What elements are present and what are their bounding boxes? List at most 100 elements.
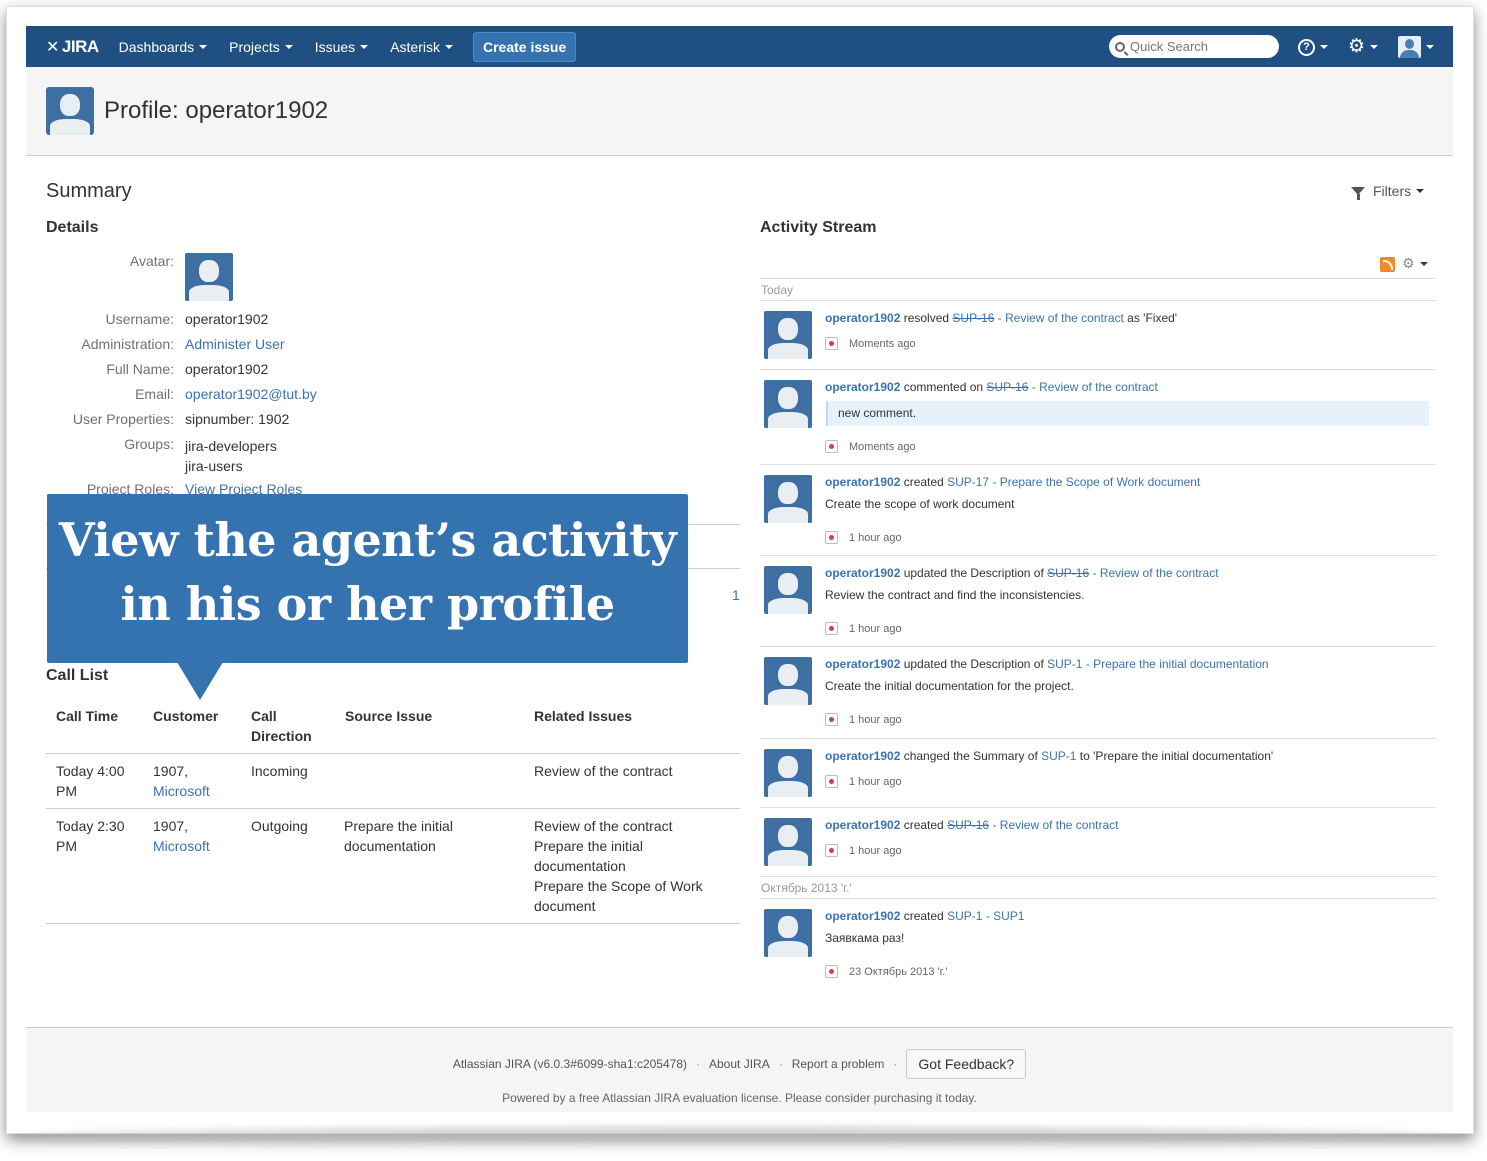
help-icon[interactable]: ? xyxy=(1298,38,1315,56)
activity-entry: operator1902 updated the Description of … xyxy=(760,646,1435,738)
report-problem-link[interactable]: Report a problem xyxy=(792,1057,885,1071)
activity-user-link[interactable]: operator1902 xyxy=(825,657,900,671)
issue-link[interactable]: SUP-1 xyxy=(1041,749,1076,763)
activity-entry: operator1902 created SUP-17 - Prepare th… xyxy=(760,464,1435,555)
related-issue-link[interactable]: Prepare the Scope of Work xyxy=(534,878,703,894)
issue-type-icon xyxy=(825,622,838,635)
user-avatar-icon[interactable] xyxy=(1398,36,1422,58)
activity-user-link[interactable]: operator1902 xyxy=(825,475,900,489)
call-time: PM xyxy=(56,783,77,799)
issue-link[interactable]: SUP-1 - Prepare the initial documentatio… xyxy=(1047,657,1268,671)
issue-summary-link[interactable]: - Review of the contract xyxy=(994,311,1124,325)
activity-title: operator1902 created SUP-16 - Review of … xyxy=(825,818,1119,832)
activity-timestamp: Moments ago xyxy=(825,440,916,453)
detail-fullname-row: Full Name: operator1902 xyxy=(46,361,268,377)
groups-value: jira-developers jira-users xyxy=(185,436,277,476)
activity-avatar xyxy=(764,566,812,614)
chevron-down-icon xyxy=(1320,45,1328,49)
nav-asterisk[interactable]: Asterisk xyxy=(390,39,453,55)
activity-stream-title: Activity Stream xyxy=(760,219,877,236)
activity-user-link[interactable]: operator1902 xyxy=(825,818,900,832)
email-link[interactable]: operator1902@tut.by xyxy=(185,386,317,402)
issue-type-icon xyxy=(825,531,838,544)
nav-issues[interactable]: Issues xyxy=(315,39,369,55)
timestamp-text: Moments ago xyxy=(849,337,916,350)
stream-settings-button[interactable]: ⚙ xyxy=(1402,255,1428,272)
profile-avatar xyxy=(46,87,94,135)
count-link[interactable]: 1 xyxy=(732,587,740,603)
issue-summary-link[interactable]: - Review of the contract xyxy=(989,818,1118,832)
activity-timestamp: 1 hour ago xyxy=(825,713,902,726)
user-properties-value: sipnumber: 1902 xyxy=(185,411,290,427)
activity-timestamp: 1 hour ago xyxy=(825,844,902,857)
customer-cell: 1907, Microsoft xyxy=(153,816,210,856)
activity-avatar xyxy=(764,749,812,797)
jira-logo[interactable]: ✕ JIRA xyxy=(46,37,99,57)
detail-avatar-row: Avatar: xyxy=(46,253,233,301)
issue-summary-link[interactable]: - Review of the contract xyxy=(1028,380,1158,394)
source-issue-line: Prepare the initial xyxy=(344,818,453,834)
nav-dashboards[interactable]: Dashboards xyxy=(119,39,208,55)
detail-label: User Properties: xyxy=(72,411,174,427)
jira-logo-icon: ✕ xyxy=(46,38,59,56)
administer-user-link[interactable]: Administer User xyxy=(185,336,285,352)
activity-user-link[interactable]: operator1902 xyxy=(825,566,900,580)
day-separator: Октябрь 2013 'г.' xyxy=(760,876,1435,895)
activity-user-link[interactable]: operator1902 xyxy=(825,311,900,325)
source-issue-link[interactable]: Prepare the initial documentation xyxy=(344,816,453,856)
direction-cell: Incoming xyxy=(251,763,308,779)
related-issue-link[interactable]: Prepare the initial xyxy=(534,838,643,854)
issue-type-icon xyxy=(825,713,838,726)
column-header: Call Time xyxy=(56,708,118,724)
nav-projects[interactable]: Projects xyxy=(229,39,293,55)
chevron-down-icon xyxy=(360,44,369,49)
related-issue-link[interactable]: documentation xyxy=(534,858,626,874)
customer-link[interactable]: Microsoft xyxy=(153,783,210,799)
search-icon xyxy=(1115,41,1125,52)
related-issue-link[interactable]: Review of the contract xyxy=(534,818,673,834)
issue-link[interactable]: SUP-17 - Prepare the Scope of Work docum… xyxy=(947,475,1200,489)
activity-title: operator1902 created SUP-17 - Prepare th… xyxy=(825,475,1200,489)
issue-summary-link[interactable]: - Review of the contract xyxy=(1089,566,1219,580)
footer-links: Atlassian JIRA (v6.0.3#6099-sha1:c205478… xyxy=(26,1049,1453,1079)
quick-search-input[interactable]: Quick Search xyxy=(1109,35,1279,58)
activity-timestamp: Moments ago xyxy=(825,337,916,350)
table-header-divider xyxy=(46,753,740,754)
create-issue-button[interactable]: Create issue xyxy=(472,31,577,62)
license-note: Powered by a free Atlassian JIRA evaluat… xyxy=(502,1091,977,1105)
activity-body: Заявкама раз! xyxy=(825,931,905,945)
direction-cell: Outgoing xyxy=(251,818,308,834)
customer-link[interactable]: Microsoft xyxy=(153,838,210,854)
issue-key-link[interactable]: SUP-16 xyxy=(947,818,989,832)
group-item: jira-users xyxy=(185,458,243,474)
issue-key-link[interactable]: SUP-16 xyxy=(952,311,994,325)
issue-link[interactable]: SUP-1 - SUP1 xyxy=(947,909,1024,923)
detail-label: Avatar: xyxy=(129,253,174,269)
chevron-down-icon xyxy=(1370,45,1379,49)
activity-user-link[interactable]: operator1902 xyxy=(825,380,900,394)
column-header: Related Issues xyxy=(534,708,633,724)
activity-user-link[interactable]: operator1902 xyxy=(825,909,900,923)
annotation-callout: View the agent’s activity in his or her … xyxy=(47,494,688,663)
rss-feed-icon[interactable] xyxy=(1380,257,1395,272)
filter-icon xyxy=(1351,187,1365,200)
about-jira-link[interactable]: About JIRA xyxy=(709,1057,770,1071)
issue-type-icon xyxy=(825,337,838,350)
chevron-down-icon xyxy=(444,44,453,49)
activity-timestamp: 23 Октябрь 2013 'г.' xyxy=(825,965,947,978)
activity-title: operator1902 updated the Description of … xyxy=(825,657,1269,671)
timestamp-text: Moments ago xyxy=(849,440,916,453)
detail-groups-row: Groups: jira-developers jira-users xyxy=(46,436,277,476)
related-issue-link[interactable]: document xyxy=(534,898,595,914)
activity-user-link[interactable]: operator1902 xyxy=(825,749,900,763)
activity-avatar xyxy=(764,311,812,359)
issue-key-link[interactable]: SUP-16 xyxy=(986,380,1028,394)
detail-label: Groups: xyxy=(124,436,174,452)
detail-label: Administration: xyxy=(81,336,174,352)
related-issue-link[interactable]: Review of the contract xyxy=(534,761,673,781)
filters-dropdown[interactable]: Filters xyxy=(1351,183,1425,200)
activity-avatar xyxy=(764,380,812,428)
got-feedback-button[interactable]: Got Feedback? xyxy=(906,1049,1027,1079)
gear-icon[interactable]: ⚙ xyxy=(1348,37,1365,56)
issue-key-link[interactable]: SUP-16 xyxy=(1047,566,1089,580)
